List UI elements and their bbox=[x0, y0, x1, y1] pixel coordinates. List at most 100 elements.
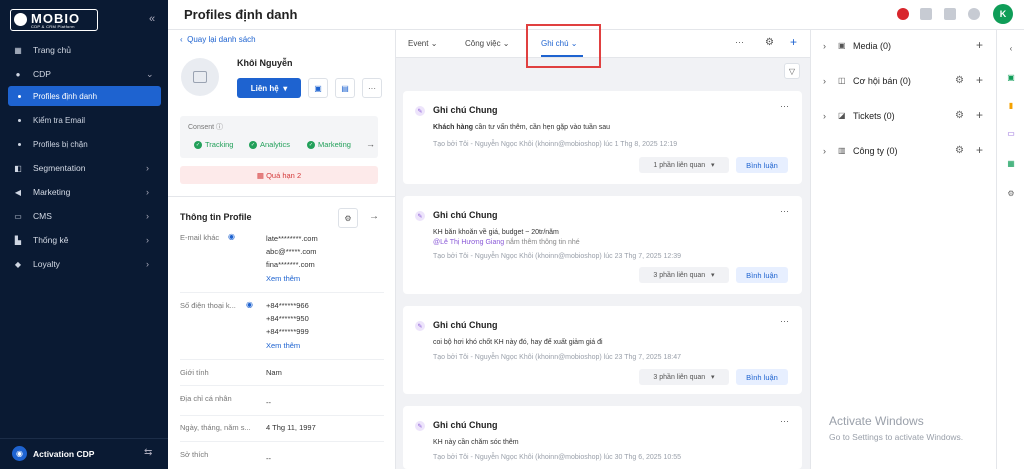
switch-arrows-icon[interactable]: ⇆ bbox=[144, 447, 152, 458]
monitor-icon: ▭ bbox=[14, 211, 22, 221]
related-dropdown[interactable]: 3 phần liên quan ▾ bbox=[639, 369, 729, 385]
sheet-icon[interactable]: ▦ bbox=[1006, 158, 1016, 168]
note-meta: Tạo bởi Tôi - Nguyễn Ngọc Khôi (khoinn@m… bbox=[433, 253, 682, 260]
bullet-dot bbox=[18, 94, 21, 98]
chevron-right-icon: › bbox=[146, 235, 149, 245]
arrow-right-icon[interactable]: → bbox=[364, 206, 384, 226]
add-icon[interactable]: + bbox=[976, 38, 983, 52]
field-value: 4 Thg 11, 1997 bbox=[266, 423, 316, 432]
sidebar-item-label: Segmentation bbox=[33, 163, 86, 173]
sidebar-item-cms[interactable]: ▭ CMS › bbox=[0, 206, 168, 226]
more-icon[interactable]: ··· bbox=[780, 101, 789, 111]
eye-icon[interactable]: ◉ bbox=[228, 232, 235, 241]
note-card: ✎ Ghi chú Chung ··· coi bộ hơi khó chốt … bbox=[403, 306, 802, 394]
sidebar: MOBIO CDP & CRM Platform « ▦ Trang chủ ●… bbox=[0, 0, 168, 469]
add-icon[interactable]: + bbox=[976, 143, 983, 157]
sidebar-item-home[interactable]: ▦ Trang chủ bbox=[0, 40, 168, 60]
sidebar-item-cdp[interactable]: ● CDP ⌄ bbox=[0, 64, 168, 84]
gear-icon[interactable]: ⚙ bbox=[338, 208, 358, 228]
see-more-link[interactable]: Xem thêm bbox=[266, 274, 300, 283]
contact-card-icon[interactable]: ▣ bbox=[1006, 72, 1016, 82]
help-icon[interactable] bbox=[944, 8, 956, 20]
tab-tasks[interactable]: Công việc ⌄ bbox=[465, 39, 510, 48]
gear-icon[interactable]: ⚙ bbox=[1006, 188, 1016, 198]
brand-logo[interactable]: MOBIO CDP & CRM Platform bbox=[10, 9, 98, 31]
tab-event[interactable]: Event ⌄ bbox=[408, 39, 437, 48]
note-title: Ghi chú Chung bbox=[433, 420, 498, 430]
eye-icon[interactable]: ◉ bbox=[246, 300, 253, 309]
message-icon[interactable]: ▭ bbox=[1006, 128, 1016, 138]
chevron-right-icon: › bbox=[823, 146, 826, 156]
comment-button[interactable]: Bình luận bbox=[736, 369, 788, 385]
sidebar-item-marketing[interactable]: ◀ Marketing › bbox=[0, 182, 168, 202]
sidebar-sub-profiles[interactable]: Profiles định danh bbox=[8, 86, 161, 106]
bars-icon[interactable]: ▮ bbox=[1006, 100, 1016, 110]
sidebar-sub-email-check[interactable]: Kiểm tra Email bbox=[8, 110, 161, 130]
field-value: abc@*****.com bbox=[266, 247, 317, 256]
arrow-right-icon[interactable]: → bbox=[366, 139, 375, 149]
field-value: -- bbox=[266, 398, 271, 407]
section-company[interactable]: › ▥ Công ty (0) ⚙ + bbox=[811, 140, 997, 164]
see-more-link[interactable]: Xem thêm bbox=[266, 341, 300, 350]
related-label: 3 phần liên quan bbox=[653, 373, 706, 381]
overdue-count: 2 bbox=[296, 170, 302, 180]
section-media[interactable]: › ▣ Media (0) + bbox=[811, 35, 997, 59]
add-icon[interactable]: + bbox=[976, 108, 983, 122]
bell-icon[interactable] bbox=[968, 8, 980, 20]
more-icon[interactable]: ··· bbox=[780, 206, 789, 216]
more-icon[interactable]: ··· bbox=[735, 37, 744, 47]
comment-button[interactable]: Bình luận bbox=[736, 267, 788, 283]
contact-button[interactable]: Liên hệ ▾ bbox=[237, 78, 301, 98]
avatar[interactable]: K bbox=[993, 4, 1013, 24]
note-mention-rest: nắm thêm thông tin nhé bbox=[504, 239, 580, 246]
related-panel: › ▣ Media (0) + › ◫ Cơ hội bán (0) ⚙ + ›… bbox=[810, 30, 996, 469]
back-link[interactable]: ‹ Quay lại danh sách bbox=[180, 35, 256, 44]
company-icon: ▥ bbox=[838, 146, 846, 155]
language-flag-icon[interactable] bbox=[897, 8, 909, 20]
section-deals[interactable]: › ◫ Cơ hội bán (0) ⚙ + bbox=[811, 70, 997, 94]
collapse-sidebar-icon[interactable]: « bbox=[149, 13, 155, 25]
sidebar-sub-blocked[interactable]: Profiles bị chặn bbox=[8, 134, 161, 154]
segment-icon: ◧ bbox=[14, 163, 22, 173]
field-label: E-mail khác bbox=[180, 233, 220, 242]
activation-cdp[interactable]: ◉ Activation CDP ⇆ bbox=[0, 438, 168, 469]
chevron-right-icon: › bbox=[146, 163, 149, 173]
consent-tracking: ✓ Tracking bbox=[194, 140, 233, 149]
gear-icon[interactable]: ⚙ bbox=[955, 75, 964, 86]
more-icon[interactable]: ··· bbox=[362, 78, 382, 98]
more-icon[interactable]: ··· bbox=[780, 416, 789, 426]
field-value: +84******966 bbox=[266, 301, 309, 310]
related-label: 3 phần liên quan bbox=[653, 271, 706, 279]
field-label: Địa chỉ cá nhân bbox=[180, 394, 232, 403]
sidebar-item-stats[interactable]: ▙ Thống kê › bbox=[0, 230, 168, 250]
more-icon[interactable]: ··· bbox=[780, 316, 789, 326]
add-icon[interactable]: + bbox=[790, 35, 797, 49]
notes-panel: Event ⌄ Công việc ⌄ Ghi chú ⌄ ··· ⚙ + ▽ … bbox=[396, 24, 810, 469]
media-icon: ▣ bbox=[838, 41, 846, 50]
filter-icon[interactable]: ▽ bbox=[784, 63, 800, 79]
note-card: ✎ Ghi chú Chung ··· KH băn khoăn về giá,… bbox=[403, 196, 802, 294]
profile-info-title: Thông tin Profile bbox=[180, 212, 252, 222]
clipboard-icon[interactable]: ▣ bbox=[308, 78, 328, 98]
gear-icon[interactable]: ⚙ bbox=[955, 110, 964, 121]
sidebar-item-segmentation[interactable]: ◧ Segmentation › bbox=[0, 158, 168, 178]
related-dropdown[interactable]: 1 phần liên quan ▾ bbox=[639, 157, 729, 173]
right-icon-strip: ‹ ▣ ▮ ▭ ▦ ⚙ bbox=[996, 30, 1024, 469]
related-dropdown[interactable]: 3 phần liên quan ▾ bbox=[639, 267, 729, 283]
chevron-left-icon[interactable]: ‹ bbox=[1006, 43, 1016, 53]
sidebar-item-loyalty[interactable]: ◆ Loyalty › bbox=[0, 254, 168, 274]
chevron-right-icon: › bbox=[823, 76, 826, 86]
check-circle-icon: ✓ bbox=[194, 140, 202, 149]
chevron-right-icon: › bbox=[146, 187, 149, 197]
gear-icon[interactable]: ⚙ bbox=[765, 37, 774, 48]
mention-tag[interactable]: @Lê Thị Hương Giang bbox=[433, 239, 504, 246]
gear-icon[interactable]: ⚙ bbox=[955, 145, 964, 156]
book-icon[interactable] bbox=[920, 8, 932, 20]
overdue-badge[interactable]: ▦ Quá hạn 2 bbox=[180, 166, 378, 184]
sidebar-item-label: Loyalty bbox=[33, 259, 60, 269]
add-icon[interactable]: + bbox=[976, 73, 983, 87]
tab-label: Event bbox=[408, 39, 429, 48]
section-tickets[interactable]: › ◪ Tickets (0) ⚙ + bbox=[811, 105, 997, 129]
calendar-icon[interactable]: ▤ bbox=[335, 78, 355, 98]
comment-button[interactable]: Bình luận bbox=[736, 157, 788, 173]
